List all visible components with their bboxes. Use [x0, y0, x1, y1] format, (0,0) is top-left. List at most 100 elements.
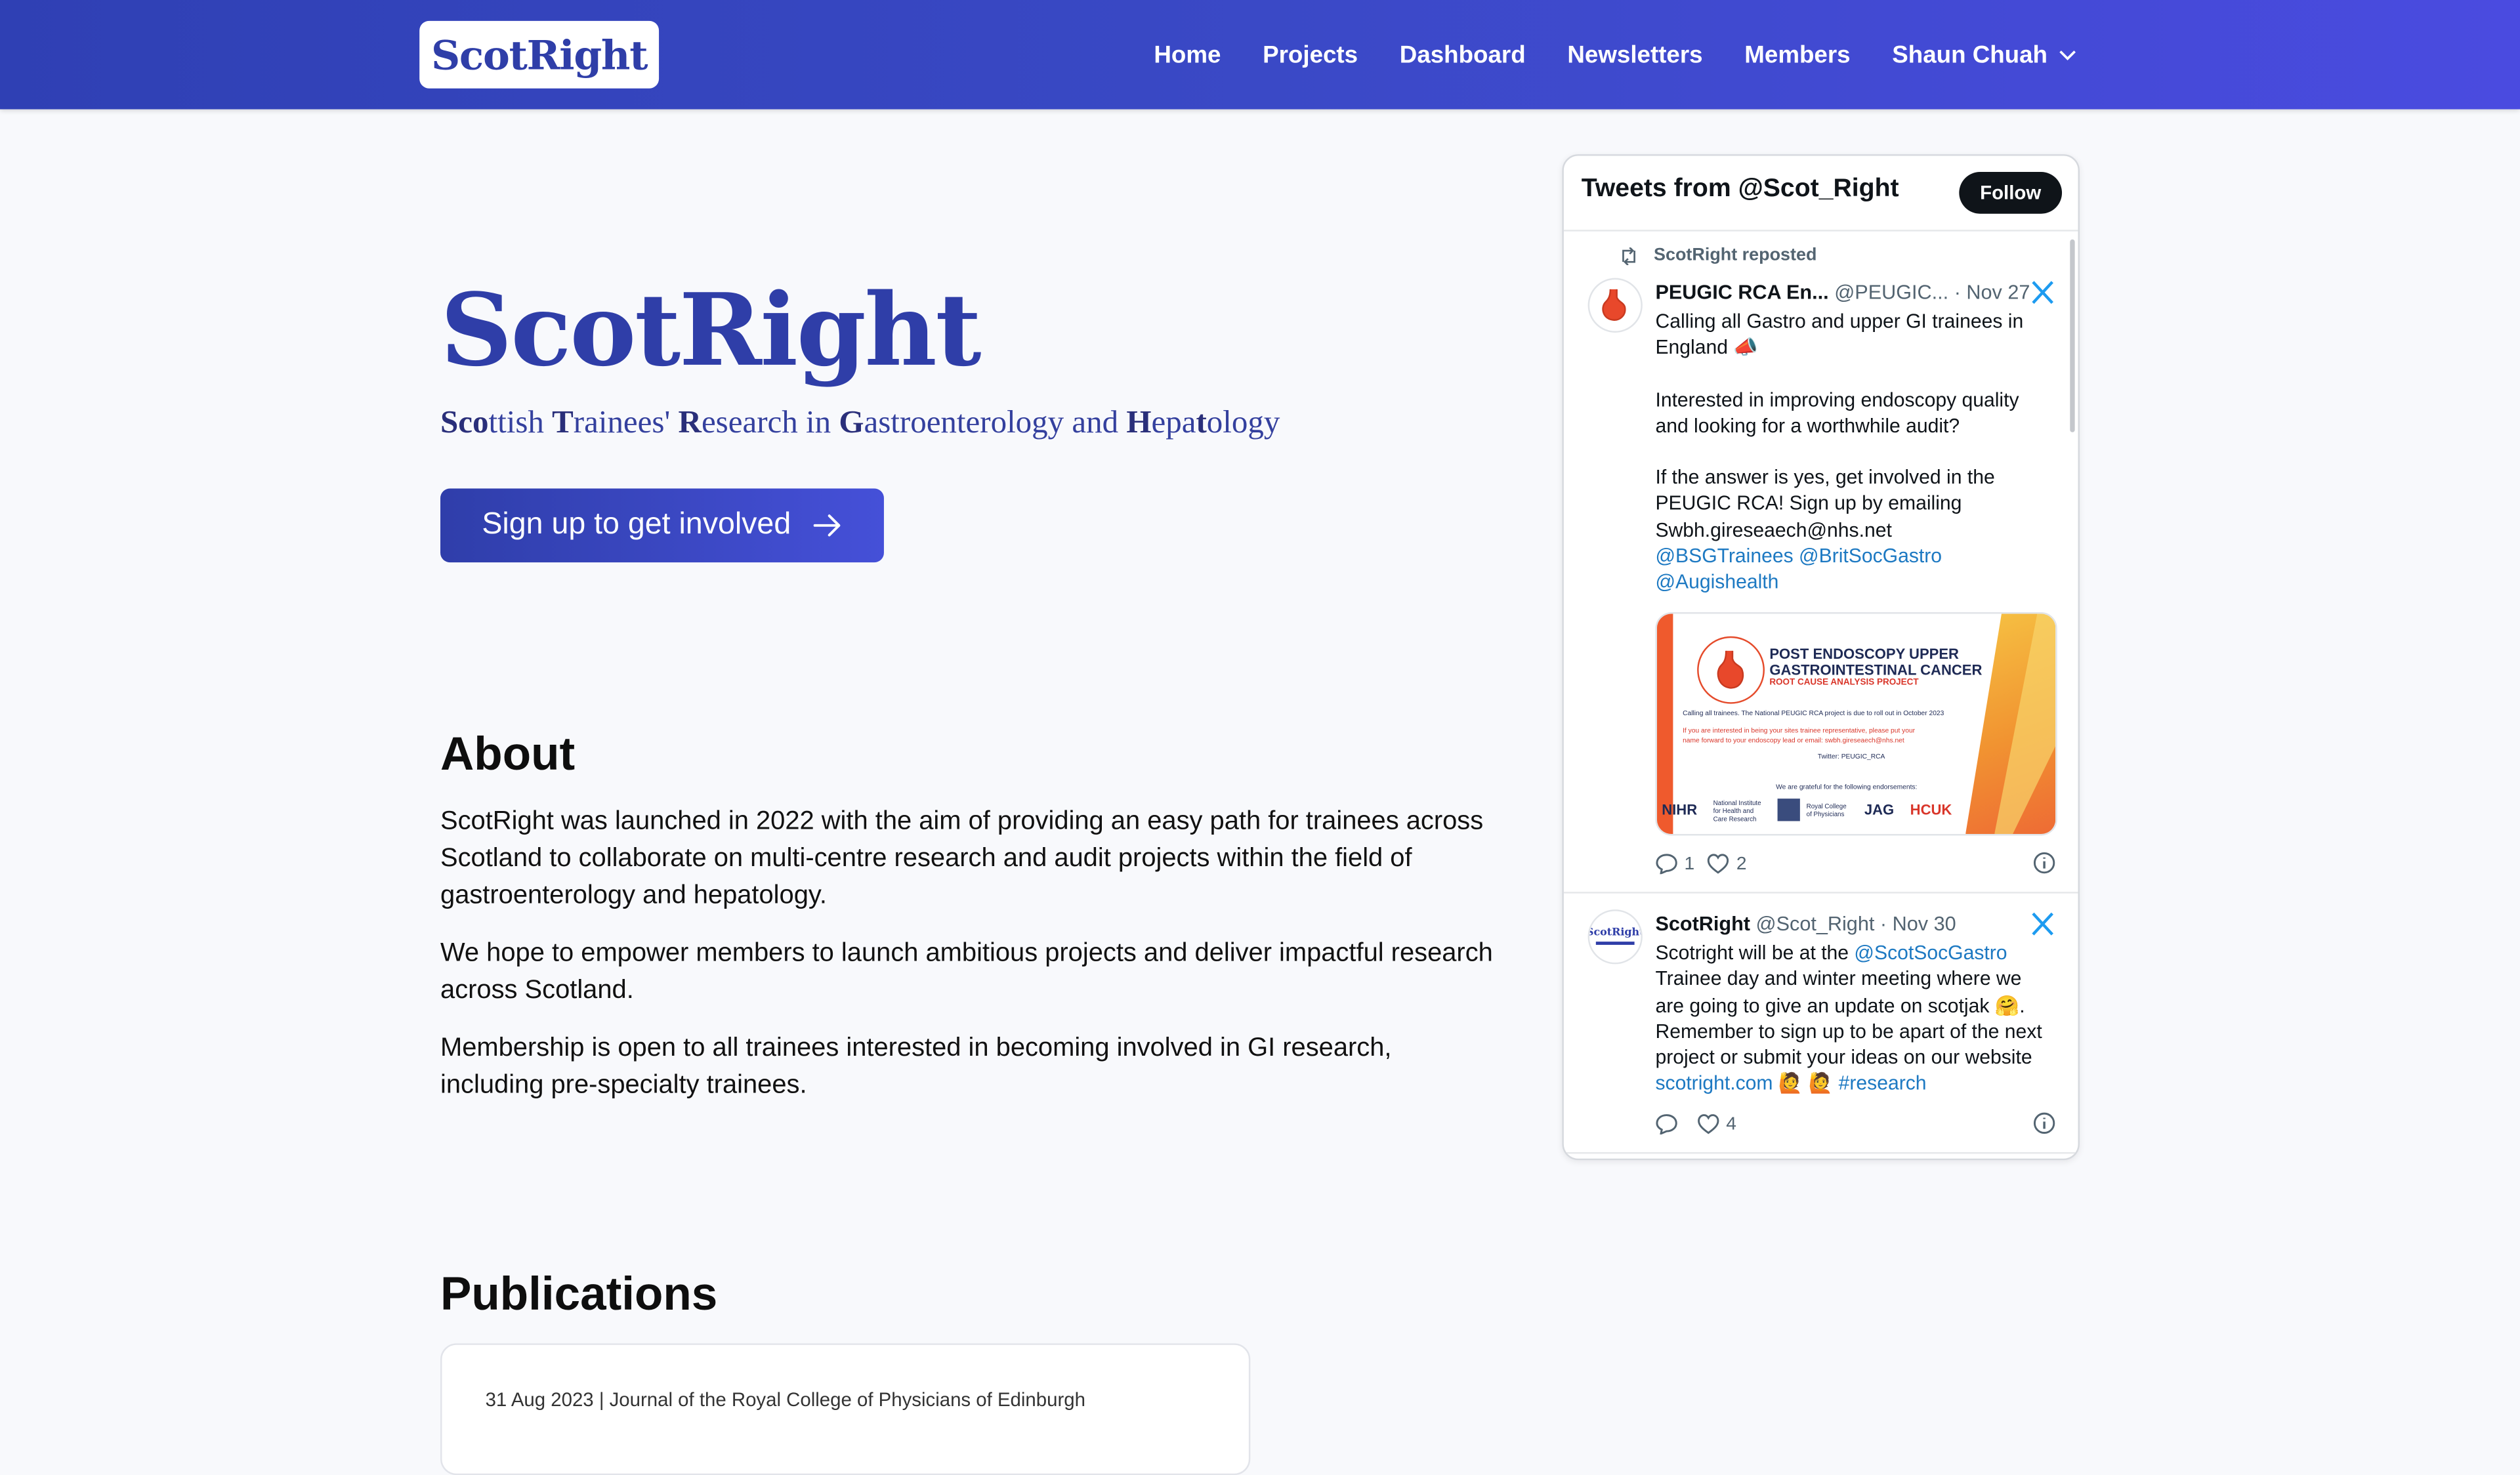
- tweet-mention[interactable]: @ScotSocGastro: [1854, 942, 2007, 964]
- reply-count: 1: [1684, 854, 1695, 874]
- tweet-author[interactable]: ScotRight @Scot_Right · Nov 30: [1655, 913, 1956, 935]
- logo-rcp: Royal College of Physicians: [1806, 802, 1847, 818]
- hero-subtitle: Scottish Trainees' Research in Gastroent…: [440, 405, 1280, 442]
- tweet-handle: @Scot_Right: [1755, 913, 1875, 936]
- publication-card[interactable]: 31 Aug 2023 | Journal of the Royal Colle…: [440, 1343, 1251, 1475]
- like-count: 4: [1726, 1114, 1736, 1134]
- hero-subtitle-part: G: [839, 405, 864, 441]
- publication-meta: 31 Aug 2023 | Journal of the Royal Colle…: [485, 1388, 1085, 1411]
- image-line-1: Calling all trainees. The National PEUGI…: [1683, 709, 1944, 717]
- repost-icon: [1622, 246, 1635, 264]
- tweet-text-line-3: If the answer is yes, get involved in th…: [1655, 466, 1995, 541]
- stomach-logo-icon: [1697, 636, 1765, 704]
- hero-subtitle-part: esearch in: [701, 405, 839, 441]
- x-logo-icon[interactable]: [2030, 280, 2055, 305]
- signup-button[interactable]: Sign up to get involved: [440, 488, 884, 563]
- tweet-text: Scotright will be at the @ScotSocGastro …: [1655, 940, 2044, 1097]
- like-action[interactable]: 2: [1708, 853, 1747, 874]
- page: ScotRight Home Projects Dashboard Newsle…: [0, 0, 2520, 1475]
- image-title: POST ENDOSCOPY UPPER GASTROINTESTINAL CA…: [1769, 646, 1983, 678]
- heart-icon: [1708, 854, 1730, 874]
- logo-nihr: NIHR: [1662, 802, 1698, 818]
- about-paragraph-2: We hope to empower members to launch amb…: [440, 938, 1493, 1005]
- tweet-date: · Nov 27: [1954, 281, 2030, 304]
- image-line-5: We are grateful for the following endors…: [1776, 782, 1918, 791]
- twitter-timeline: Tweets from @Scot_Right Follow ScotRight…: [1562, 154, 2080, 1161]
- image-subtitle: ROOT CAUSE ANALYSIS PROJECT: [1769, 678, 1919, 688]
- hero-subtitle-part: H: [1126, 405, 1152, 441]
- hero-title: ScotRight: [440, 271, 982, 389]
- twitter-title: Tweets from @Scot_Right: [1581, 175, 1899, 203]
- logo-jag: JAG: [1864, 802, 1895, 818]
- image-line-3: name forward to your endoscopy lead or e…: [1683, 736, 1904, 744]
- hero-subtitle-part: astroenterology and: [864, 405, 1127, 441]
- reply-action[interactable]: [1655, 1113, 1684, 1134]
- tweet-hashtag[interactable]: #research: [1839, 1073, 1927, 1095]
- nav-projects[interactable]: Projects: [1263, 41, 1358, 68]
- repost-label: ScotRight reposted: [1654, 245, 1817, 266]
- tweet-link[interactable]: scotright.com: [1655, 1073, 1773, 1095]
- info-icon[interactable]: [2033, 852, 2055, 874]
- hero-subtitle-part: R: [678, 405, 702, 441]
- logo-nihr-sub: National Institute for Health and Care R…: [1713, 797, 1761, 822]
- hero-subtitle-part: t: [1196, 405, 1207, 441]
- reply-icon: [1656, 854, 1677, 875]
- follow-button[interactable]: Follow: [1959, 172, 2063, 214]
- tweet-author[interactable]: PEUGIC RCA En... @PEUGIC... · Nov 27: [1655, 281, 2030, 304]
- repost-indicator: ScotRight reposted: [1618, 246, 1816, 265]
- tweet-date: · Nov 30: [1880, 913, 1956, 936]
- about-paragraph-1: ScotRight was launched in 2022 with the …: [440, 806, 1484, 910]
- heart-icon: [1698, 1114, 1719, 1134]
- user-name: Shaun Chuah: [1892, 41, 2048, 69]
- logo-hcuk: HCUK: [1910, 802, 1952, 818]
- image-line-2: If you are interested in being your site…: [1683, 726, 1916, 735]
- image-line-4: Twitter: PEUGIC_RCA: [1817, 752, 1885, 760]
- like-count: 2: [1736, 854, 1747, 874]
- nav-newsletters[interactable]: Newsletters: [1567, 41, 1702, 68]
- tweet-mentions[interactable]: @BSGTrainees @BritSocGastro @Augishealth: [1655, 543, 2044, 596]
- tweet-author-name: PEUGIC RCA En...: [1655, 281, 1829, 304]
- tweet-author-name: ScotRight: [1655, 913, 1751, 936]
- nav-members[interactable]: Members: [1744, 41, 1850, 68]
- hero-subtitle-part: T: [552, 405, 574, 441]
- signup-button-label: Sign up to get involved: [482, 507, 791, 542]
- tweet-image[interactable]: POST ENDOSCOPY UPPER GASTROINTESTINAL CA…: [1655, 612, 2057, 836]
- reply-icon: [1656, 1114, 1677, 1134]
- hero-subtitle-part: ttish: [488, 405, 553, 441]
- reply-action[interactable]: 1: [1655, 853, 1695, 875]
- nav-dashboard[interactable]: Dashboard: [1400, 41, 1526, 68]
- tweet-avatar[interactable]: [1587, 278, 1643, 333]
- twitter-header: Tweets from @Scot_Right Follow: [1563, 156, 2078, 232]
- tweet-actions: 1 2: [1655, 853, 1759, 875]
- nav-links: Home Projects Dashboard Newsletters Memb…: [1112, 0, 2076, 110]
- arrow-right-icon: [813, 514, 842, 537]
- about-heading: About: [440, 729, 576, 781]
- x-logo-icon[interactable]: [2030, 911, 2055, 937]
- hero-subtitle-part: Sco: [440, 405, 489, 441]
- tweet-handle: @PEUGIC...: [1834, 281, 1949, 304]
- info-icon[interactable]: [2033, 1112, 2055, 1134]
- endorsement-logos: NIHR National Institute for Health and C…: [1662, 794, 1999, 826]
- about-paragraph-3: Membership is open to all trainees inter…: [440, 1033, 1392, 1100]
- hero-subtitle-part: epa: [1151, 405, 1196, 441]
- scotright-avatar-icon: ScotRight: [1589, 911, 1641, 963]
- tweet-text-part: Trainee day and winter meeting where we …: [1655, 968, 2042, 1070]
- navbar: ScotRight Home Projects Dashboard Newsle…: [0, 0, 2520, 110]
- like-action[interactable]: 4: [1697, 1113, 1736, 1134]
- user-menu[interactable]: Shaun Chuah: [1892, 41, 2076, 68]
- publications-heading: Publications: [440, 1269, 718, 1321]
- tweet-text-line-1: Calling all Gastro and upper GI trainees…: [1655, 310, 2024, 359]
- tweet-emoji: 🙋 🙋: [1773, 1072, 1839, 1095]
- hero-subtitle-part: rainees': [573, 405, 679, 441]
- nav-home[interactable]: Home: [1154, 41, 1221, 68]
- logo[interactable]: ScotRight: [419, 20, 660, 89]
- svg-text:ScotRight: ScotRight: [1589, 925, 1641, 938]
- chevron-down-icon: [2059, 49, 2076, 60]
- tweet-text: Calling all Gastro and upper GI trainees…: [1655, 308, 2044, 596]
- tweet-actions: 4: [1655, 1113, 1749, 1134]
- logo-text: ScotRight: [430, 31, 648, 78]
- stomach-icon: [1602, 289, 1626, 321]
- scrollbar[interactable]: [2070, 239, 2075, 432]
- tweet-avatar[interactable]: ScotRight: [1587, 909, 1643, 965]
- tweet-text-part: Scotright will be at the: [1655, 942, 1855, 965]
